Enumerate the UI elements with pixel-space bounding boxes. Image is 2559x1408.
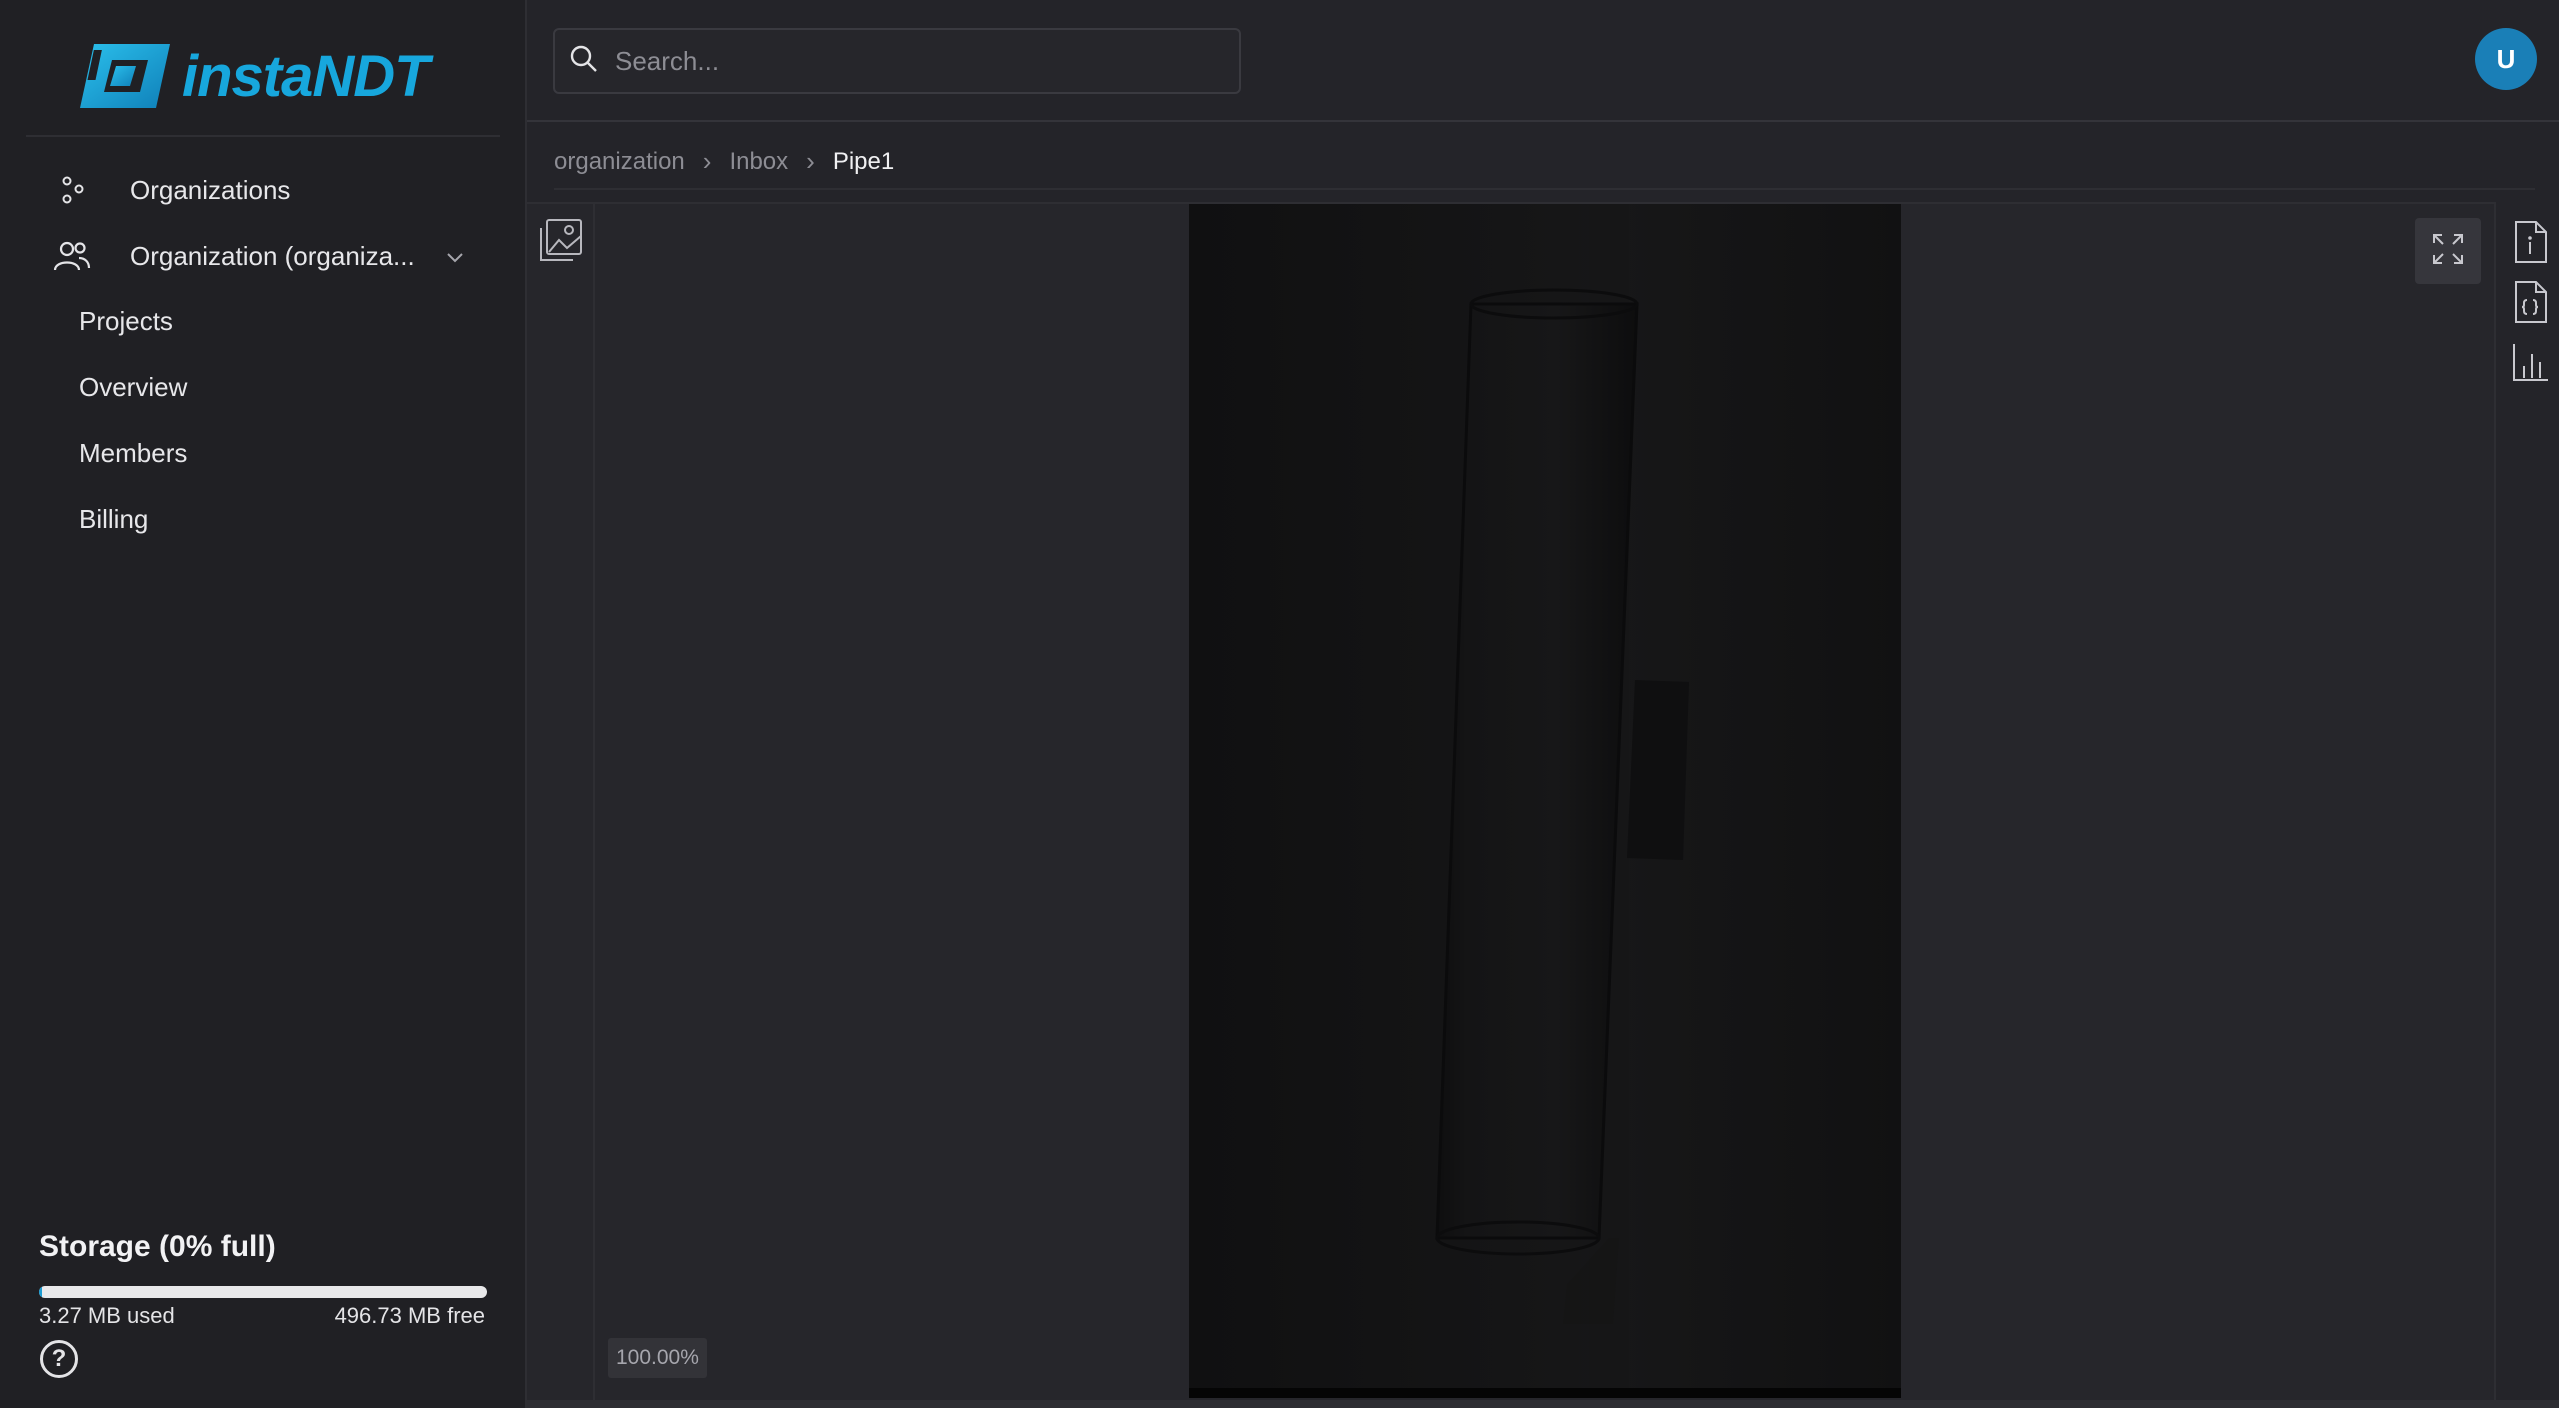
- viewer-right-toolbar: [2494, 202, 2559, 1400]
- radiograph-image[interactable]: [1189, 204, 1901, 1398]
- breadcrumb: organization › Inbox › Pipe1: [554, 146, 894, 177]
- zoom-level: 100.00%: [608, 1338, 707, 1378]
- sidebar-subitem-members[interactable]: Members: [79, 438, 187, 469]
- file-info-icon[interactable]: [2510, 220, 2550, 264]
- organizations-icon: [52, 170, 92, 210]
- image-gallery-icon[interactable]: [539, 218, 583, 262]
- search-icon: [569, 44, 599, 79]
- storage-title: Storage (0% full): [39, 1230, 276, 1263]
- chevron-right-icon: ›: [806, 146, 815, 176]
- sidebar-subitem-billing[interactable]: Billing: [79, 504, 148, 535]
- expand-icon: [2430, 231, 2466, 272]
- storage-used: 3.27 MB used: [39, 1303, 175, 1328]
- histogram-icon[interactable]: [2510, 340, 2550, 384]
- sidebar-item-organization[interactable]: Organization (organiza...: [52, 236, 472, 276]
- breadcrumb-divider: [554, 188, 2535, 190]
- chevron-down-icon[interactable]: [444, 244, 466, 275]
- sidebar-subitem-overview[interactable]: Overview: [79, 372, 187, 403]
- sidebar: instaNDT Organizations Organization (org…: [0, 0, 527, 1408]
- logo-text: instaNDT: [182, 43, 430, 109]
- sidebar-subitem-projects[interactable]: Projects: [79, 306, 173, 337]
- viewer-left-toolbar: [527, 204, 595, 1400]
- image-viewer[interactable]: 100.00%: [527, 202, 2494, 1400]
- avatar[interactable]: U: [2475, 28, 2537, 90]
- file-json-icon[interactable]: [2510, 280, 2550, 324]
- search-input[interactable]: [615, 45, 1215, 77]
- sidebar-item-label: Organizations: [130, 174, 291, 205]
- pipe-radiograph: [1189, 204, 1901, 1398]
- sidebar-item-label: Organization (organiza...: [130, 240, 415, 271]
- sidebar-item-organizations[interactable]: Organizations: [52, 170, 290, 210]
- expand-button[interactable]: [2415, 218, 2481, 284]
- search-box[interactable]: [553, 28, 1241, 94]
- storage-progress-bar: [39, 1286, 487, 1298]
- bottom-border: [527, 1400, 2559, 1408]
- help-icon[interactable]: ?: [40, 1340, 78, 1378]
- top-bar: U: [527, 0, 2559, 122]
- breadcrumb-item-current: Pipe1: [832, 147, 895, 175]
- users-icon: [52, 236, 92, 276]
- storage-free: 496.73 MB free: [334, 1303, 485, 1328]
- breadcrumb-item-organization[interactable]: organization: [554, 148, 685, 176]
- chevron-right-icon: ›: [702, 146, 712, 176]
- logo-mark-icon: [80, 44, 170, 108]
- sidebar-divider: [26, 135, 500, 137]
- storage-progress-fill: [39, 1286, 42, 1298]
- logo[interactable]: instaNDT: [76, 40, 436, 112]
- breadcrumb-item-inbox[interactable]: Inbox: [729, 148, 788, 176]
